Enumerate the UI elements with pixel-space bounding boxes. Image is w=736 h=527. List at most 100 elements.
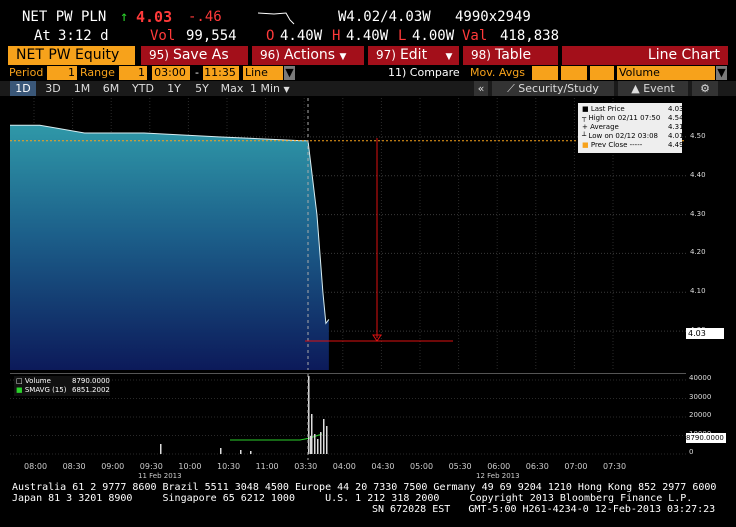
mov-avgs-field-3[interactable] (590, 66, 614, 80)
range-field[interactable]: 1 (119, 66, 147, 80)
toolbar: NET PW Equity 95) Save As 96) Actions ▼ 97… (0, 46, 736, 65)
security-study-button[interactable]: ⟋ Security/Study (492, 81, 614, 96)
vol-value: 99,554 (186, 28, 237, 44)
chart-legend[interactable]: ■ Last Price 4.03 ┬ High on 02/11 07:50 … (578, 103, 684, 153)
event-label: Event (643, 82, 675, 95)
actions-number: 96) (260, 48, 280, 62)
time-dash: - (195, 66, 199, 79)
style-dropdown-icon[interactable]: ▼ (284, 66, 295, 80)
tab-5y[interactable]: 5Y (190, 81, 214, 96)
end-time-field[interactable]: 11:35 (203, 66, 239, 80)
settings-gear-icon[interactable]: ⚙ (692, 81, 718, 96)
interval-select[interactable]: 1 Min ▼ (250, 81, 300, 96)
x-tick-label: 08:30 (62, 462, 86, 471)
last-price-tag: 4.03 (686, 328, 724, 339)
volume-dropdown-icon[interactable]: ▼ (716, 66, 727, 80)
at-label: At (34, 28, 51, 44)
at-time: 3:12 d (58, 28, 109, 44)
chart-line-icon: ⟋ (507, 82, 515, 95)
price-change: -.46 (188, 9, 222, 25)
x-tick-label: 06:30 (525, 462, 549, 471)
edit-button[interactable]: 97) Edit ▼ (368, 46, 459, 65)
compare-button[interactable]: 11) Compare (388, 66, 460, 80)
price-area (10, 125, 329, 370)
x-tick-label: 07:30 (603, 462, 627, 471)
security-study-label: Security/Study (518, 82, 599, 95)
legend-low-value: 4.01 (668, 132, 684, 140)
range-label: Range (80, 66, 115, 79)
vol-tick-label: 30000 (689, 392, 712, 401)
vol-tick-label: 20000 (689, 411, 712, 419)
tab-ytd[interactable]: YTD (128, 81, 158, 96)
legend-prev-close: ■ Prev Close ----- (582, 141, 643, 149)
actions-button[interactable]: 96) Actions ▼ (252, 46, 364, 65)
table-button[interactable]: 98) Table (463, 46, 558, 65)
sparkline-icon (257, 10, 298, 25)
up-arrow-icon: ↑ (120, 9, 129, 25)
legend-square-icon: ■ (582, 105, 591, 113)
smavg-legend-value: 6851.2002 (72, 386, 110, 394)
actions-label: Actions (283, 47, 336, 63)
volume-bar (220, 448, 222, 454)
w-range: W4.02/4.03W (338, 9, 431, 25)
volume-last-tag: 8790.0000 (686, 433, 726, 443)
caret-down-icon: ▼ (283, 85, 290, 94)
chart-type-title: Line Chart (562, 46, 728, 65)
mov-avgs-field-1[interactable] (532, 66, 558, 80)
period-field[interactable]: 1 (47, 66, 77, 80)
x-tick-label: 11:00 (255, 462, 279, 471)
mov-avgs-field-2[interactable] (561, 66, 587, 80)
start-time-field[interactable]: 03:00 (152, 66, 190, 80)
volume-bar (317, 439, 319, 454)
orange-square-icon: ■ (582, 141, 591, 149)
x-tick-label: 04:00 (332, 462, 356, 471)
x-tick-label: 08:00 (24, 462, 48, 471)
tab-6m[interactable]: 6M (98, 81, 124, 96)
style-field[interactable]: Line (243, 66, 283, 80)
y-tick-label: 4.30 (690, 209, 706, 218)
x-tick-label: 04:30 (371, 462, 395, 471)
x-tick-label: 09:00 (101, 462, 125, 471)
volume-bar (310, 436, 312, 454)
x-tick-label: 06:00 (487, 462, 511, 471)
save-as-button[interactable]: 95) Save As (141, 46, 248, 65)
tab-1m[interactable]: 1M (69, 81, 95, 96)
volume-bar (250, 451, 252, 454)
vol-label: Vol (150, 28, 176, 44)
x-tick-label: 09:30 (139, 462, 163, 471)
legend-high: ┬ High on 02/11 07:50 (582, 114, 661, 122)
val-label: Val (462, 28, 488, 44)
last-price: 4.03 (136, 8, 173, 26)
white-square-icon: □ (16, 377, 25, 385)
open-label: O (266, 28, 275, 44)
event-button[interactable]: ▲ Event (618, 81, 688, 96)
footer-phones-2: Japan 81 3 3201 8900 Singapore 65 6212 1… (12, 493, 693, 504)
caret-down-icon: ▼ (339, 52, 347, 62)
x-tick-label: 05:00 (410, 462, 434, 471)
high-label: H (332, 28, 341, 44)
edit-label: Edit (399, 47, 428, 63)
volume-bar (320, 432, 322, 454)
volume-bar (314, 434, 316, 454)
high-value: 4.40W (346, 28, 389, 44)
security-field[interactable]: NET PW Equity (8, 46, 135, 65)
open-value: 4.40W (280, 28, 323, 44)
collapse-icon[interactable]: « (474, 81, 488, 96)
footer-phones-1: Australia 61 2 9777 8600 Brazil 5511 304… (12, 482, 717, 493)
volume-chart[interactable] (10, 373, 686, 460)
save-as-label: Save As (172, 47, 229, 63)
legend-average: + Average (582, 123, 619, 131)
legend-high-value: 4.54 (668, 114, 684, 122)
legend-last-price: ■ Last Price (582, 105, 625, 113)
y-tick-label: 4.20 (690, 248, 706, 257)
vol-tick-label: 40000 (689, 374, 712, 382)
tab-1d[interactable]: 1D (10, 81, 36, 96)
tab-3d[interactable]: 3D (40, 81, 66, 96)
edit-number: 97) (376, 48, 396, 62)
volume-field[interactable]: Volume (617, 66, 715, 80)
bid-ask-size: 4990x2949 (455, 9, 531, 25)
x-tick-label: 07:00 (564, 462, 588, 471)
tab-max[interactable]: Max (218, 81, 246, 96)
tab-1y[interactable]: 1Y (162, 81, 186, 96)
mov-avgs-label: Mov. Avgs (470, 66, 525, 79)
